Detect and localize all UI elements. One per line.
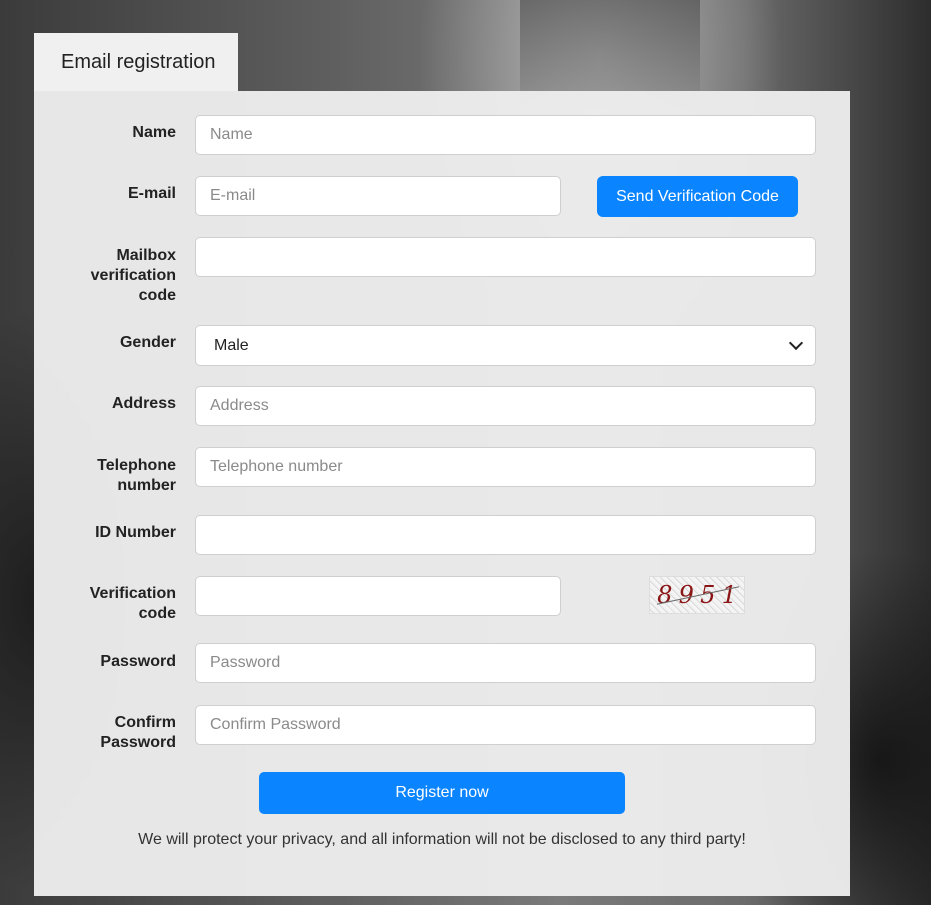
address-label: Address [111,395,176,412]
verification-code-input[interactable] [195,576,561,616]
privacy-notice: We will protect your privacy, and all in… [138,831,746,848]
name-input[interactable] [195,115,816,155]
label-line: Confirm [114,714,176,731]
captcha-image[interactable]: 8 9 5 1 [649,576,745,614]
mailbox-verification-code-label: Mailbox verification code [56,246,176,306]
password-label: Password [100,653,176,670]
captcha-char: 8 [657,581,673,609]
register-now-button[interactable]: Register now [259,772,625,814]
gender-selected-value: Male [214,336,249,354]
password-input[interactable] [195,643,816,683]
mailbox-verification-code-input[interactable] [195,237,816,277]
address-input[interactable] [195,386,816,426]
label-line: number [117,477,176,494]
confirm-password-input[interactable] [195,705,816,745]
label-line: Telephone [97,457,176,474]
name-label: Name [132,124,176,141]
label-line: Verification [89,585,176,602]
label-line: code [138,287,176,304]
telephone-label: Telephone number [56,456,176,496]
telephone-input[interactable] [195,447,816,487]
chevron-down-icon [788,335,804,351]
tab-email-registration[interactable]: Email registration [34,33,238,91]
id-number-label: ID Number [95,524,176,541]
label-line: Password [100,734,176,751]
id-number-input[interactable] [195,515,816,555]
gender-select[interactable]: Male [195,325,816,366]
email-label: E-mail [127,185,176,202]
label-line: code [138,605,176,622]
send-verification-code-button[interactable]: Send Verification Code [597,176,798,217]
captcha-char: 9 [678,581,694,609]
gender-label: Gender [119,334,176,351]
registration-form: Name E-mail Send Verification Code Mailb… [34,91,850,896]
tab-label: Email registration [61,50,216,73]
label-line: verification [90,267,176,284]
captcha-char: 1 [721,581,737,609]
label-line: Mailbox [116,247,176,264]
verification-code-label: Verification code [56,584,176,624]
email-input[interactable] [195,176,561,216]
confirm-password-label: Confirm Password [56,713,176,753]
